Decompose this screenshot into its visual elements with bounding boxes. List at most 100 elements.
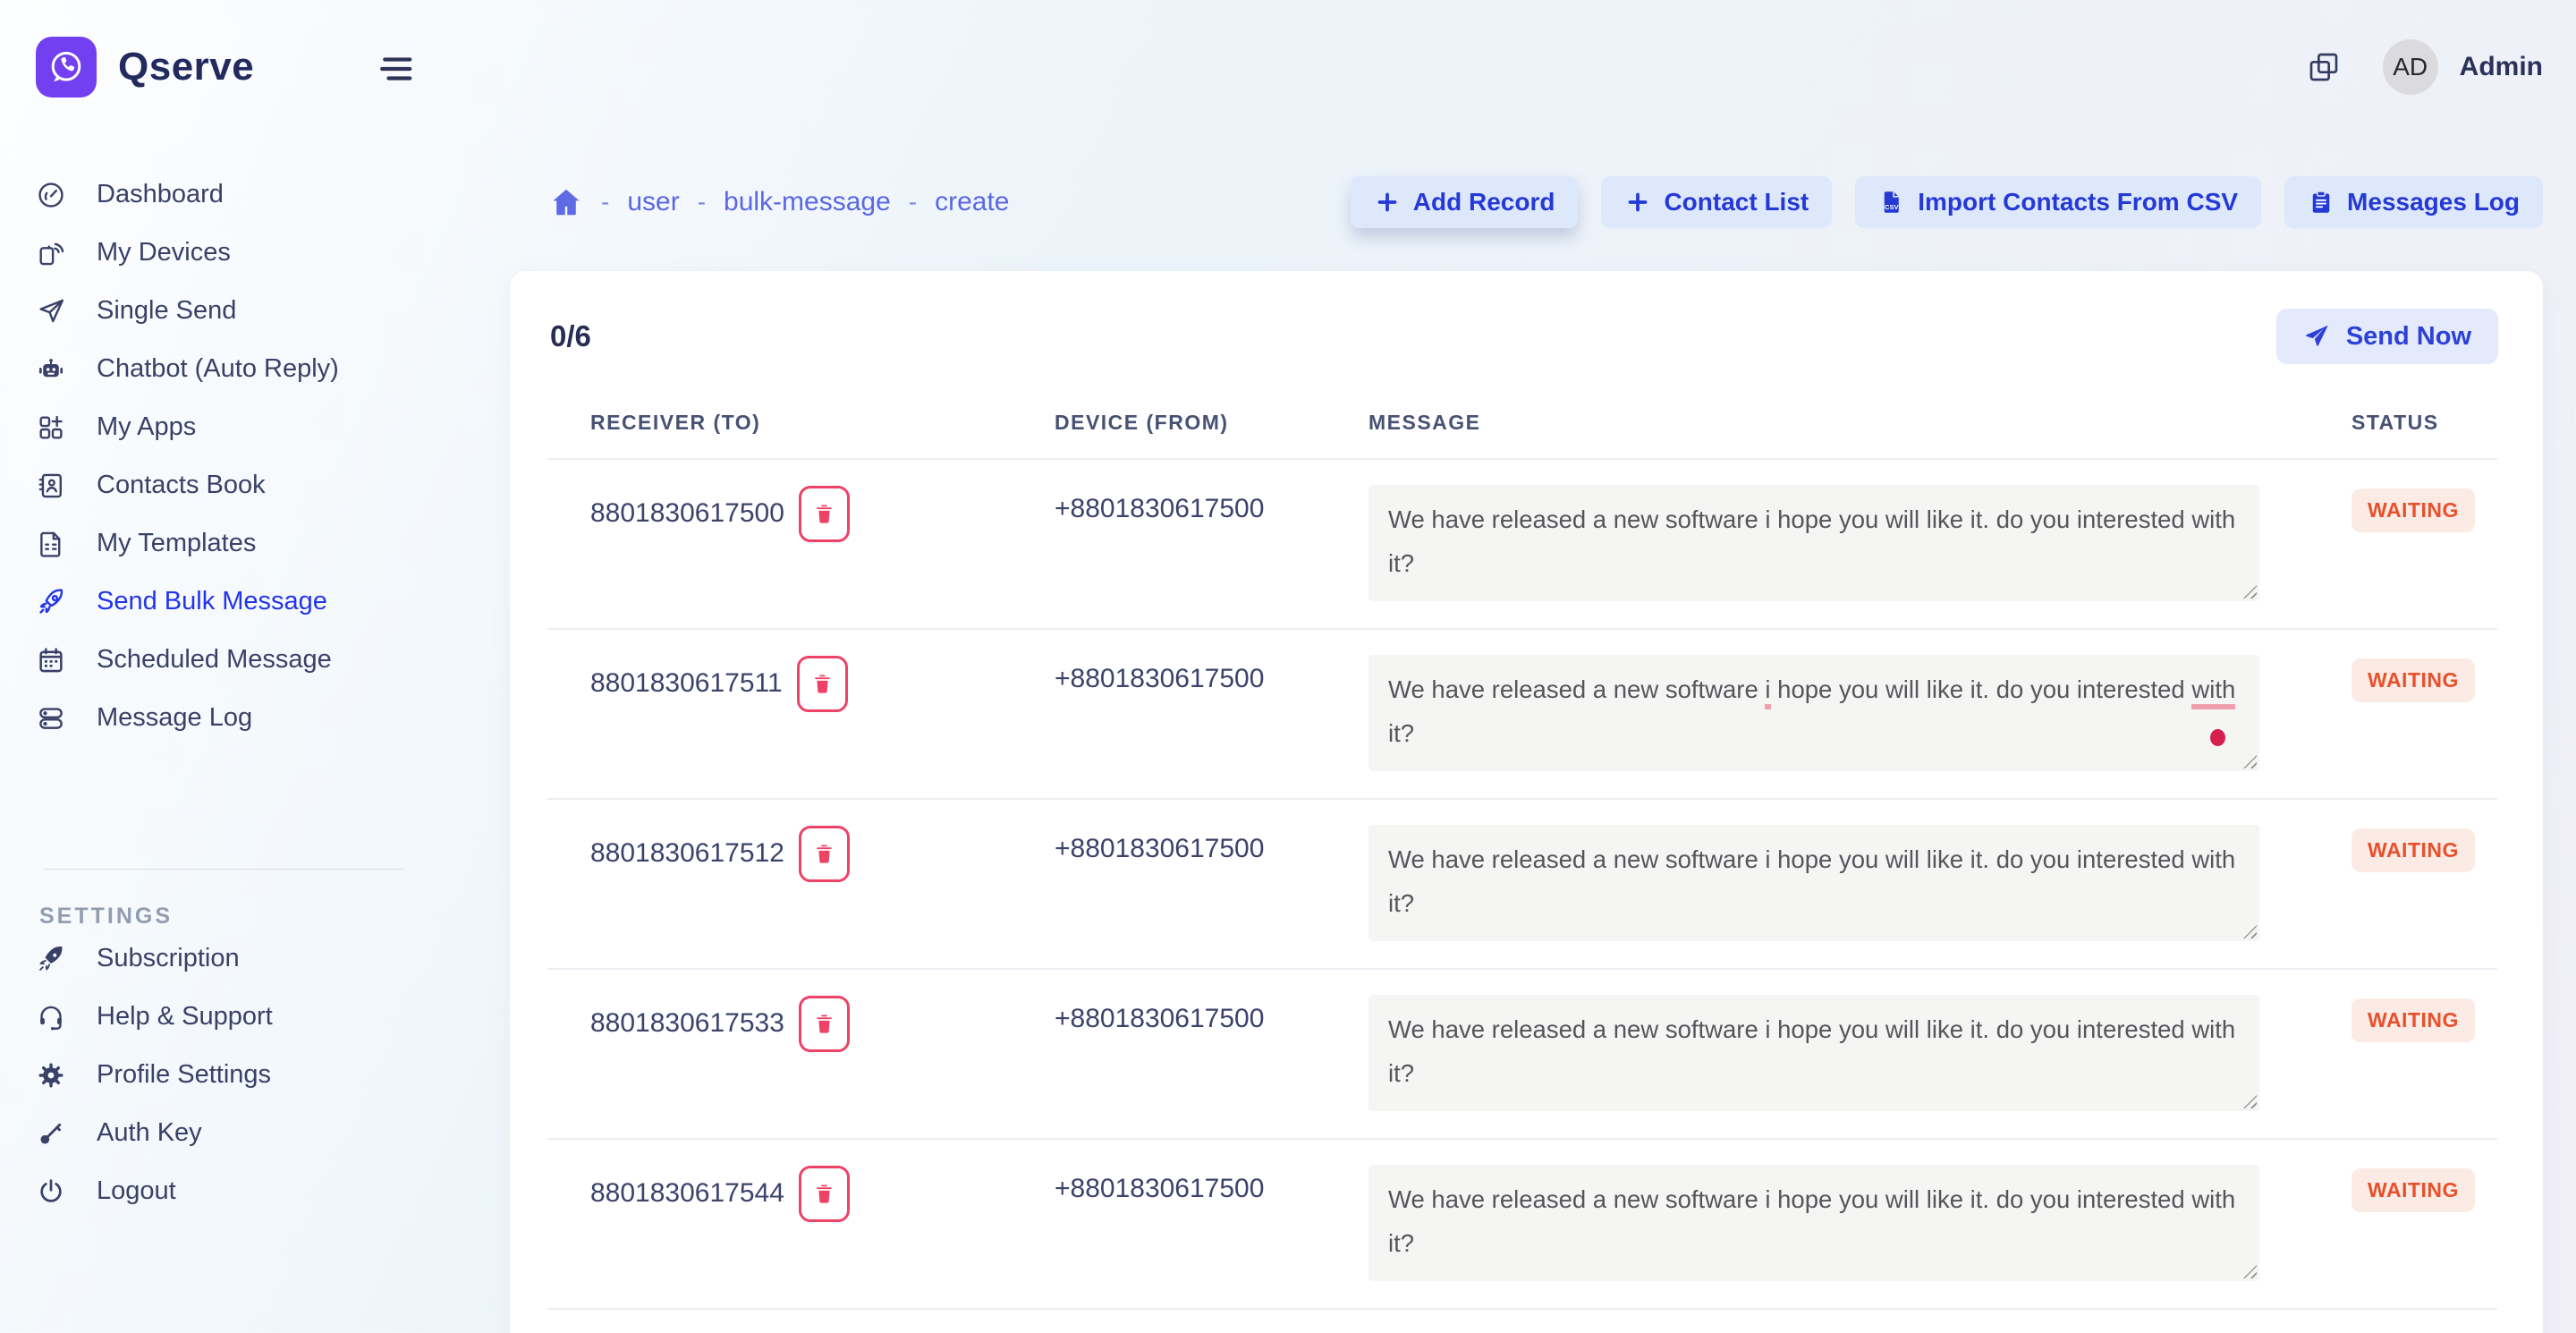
import-contacts-from-csv-button[interactable]: CSVImport Contacts From CSV	[1855, 176, 2261, 228]
breadcrumb-separator: -	[601, 188, 609, 217]
clipboard-icon	[2308, 189, 2334, 216]
device-cell: +8801830617500	[1012, 1165, 1326, 1281]
message-textarea[interactable]: We have released a new software i hope y…	[1368, 655, 2259, 771]
add-record-button[interactable]: Add Record	[1351, 176, 1579, 228]
status-badge: WAITING	[2351, 998, 2475, 1042]
copy-icon[interactable]	[2306, 49, 2342, 85]
rocket-icon	[36, 587, 66, 617]
sidebar-item-send-bulk-message[interactable]: Send Bulk Message	[36, 573, 447, 631]
device-cell: +8801830617500	[1012, 485, 1326, 601]
device-number: +8801830617500	[1055, 664, 1264, 693]
send-progress-counter: 0/6	[550, 319, 591, 353]
sidebar-item-label: My Templates	[97, 529, 256, 558]
headset-icon	[36, 1002, 66, 1032]
delete-row-button[interactable]	[799, 996, 850, 1052]
message-cell: We have released a new software i hope y…	[1326, 825, 2309, 941]
device-cell: +8801830617500	[1012, 995, 1326, 1111]
table-row: 8801830617512 +8801830617500 We have rel…	[547, 800, 2497, 970]
sidebar-item-label: Send Bulk Message	[97, 587, 327, 616]
breadcrumb-separator: -	[698, 188, 706, 217]
devices-icon	[36, 238, 66, 268]
status-cell: WAITING	[2309, 995, 2497, 1111]
single-send-icon	[36, 296, 66, 327]
app: Qserve AD Admin Dashboard My Devices Singl…	[0, 0, 2576, 1333]
delete-row-button[interactable]	[799, 1166, 850, 1222]
contact-list-button[interactable]: Contact List	[1601, 176, 1832, 228]
message-textarea[interactable]: We have released a new software i hope y…	[1368, 1165, 2259, 1281]
table-row: 8801830617533 +8801830617500 We have rel…	[547, 970, 2497, 1140]
message-cell: We have released a new software i hope y…	[1326, 655, 2309, 771]
sidebar-item-auth-key[interactable]: Auth Key	[36, 1104, 447, 1162]
sidebar-item-dashboard[interactable]: Dashboard	[36, 166, 447, 224]
templates-icon	[36, 529, 66, 559]
message-textarea[interactable]: We have released a new software i hope y…	[1368, 825, 2259, 941]
sidebar-item-label: Subscription	[97, 944, 240, 973]
brand-name: Qserve	[118, 45, 254, 89]
send-now-button[interactable]: Send Now	[2276, 309, 2498, 364]
column-header-device-from: DEVICE (FROM)	[1012, 411, 1326, 435]
sidebar-item-single-send[interactable]: Single Send	[36, 282, 447, 340]
receiver-cell: 8801830617544	[547, 1165, 1012, 1222]
device-number: +8801830617500	[1055, 1174, 1264, 1203]
device-cell: +8801830617500	[1012, 655, 1326, 771]
misspelled-word: i	[1765, 675, 1770, 709]
sidebar-item-label: Single Send	[97, 296, 236, 326]
button-label: Messages Log	[2347, 188, 2520, 217]
sidebar-item-message-log[interactable]: Message Log	[36, 689, 447, 747]
textarea-resize-handle[interactable]	[2243, 1265, 2257, 1278]
receiver-number: 8801830617500	[590, 498, 784, 529]
hamburger-menu-icon[interactable]	[374, 48, 415, 86]
table-body: 8801830617500 +8801830617500 We have rel…	[547, 460, 2497, 1310]
sidebar-item-my-apps[interactable]: My Apps	[36, 398, 447, 456]
status-badge: WAITING	[2351, 488, 2475, 532]
send-now-label: Send Now	[2346, 322, 2471, 352]
home-icon[interactable]	[549, 185, 583, 219]
sidebar-item-chatbot-auto-reply[interactable]: Chatbot (Auto Reply)	[36, 340, 447, 398]
sidebar-item-help-support[interactable]: Help & Support	[36, 988, 447, 1046]
sidebar-item-label: Dashboard	[97, 180, 224, 209]
avatar[interactable]: AD	[2383, 39, 2438, 95]
sidebar-item-subscription[interactable]: Subscription	[36, 930, 447, 988]
messages-log-button[interactable]: Messages Log	[2284, 176, 2543, 228]
device-number: +8801830617500	[1055, 1004, 1264, 1033]
message-cell: We have released a new software i hope y…	[1326, 995, 2309, 1111]
breadcrumb-item-user[interactable]: user	[627, 187, 679, 217]
trash-icon	[810, 672, 835, 696]
textarea-resize-handle[interactable]	[2243, 1095, 2257, 1108]
delete-row-button[interactable]	[799, 486, 850, 542]
sidebar-item-label: My Apps	[97, 412, 196, 442]
trash-icon	[812, 1182, 836, 1206]
message-textarea[interactable]: We have released a new software i hope y…	[1368, 485, 2259, 601]
apps-icon	[36, 412, 66, 443]
delete-row-button[interactable]	[799, 826, 850, 882]
sidebar-item-logout[interactable]: Logout	[36, 1162, 447, 1220]
sidebar-item-my-devices[interactable]: My Devices	[36, 224, 447, 282]
receiver-number: 8801830617533	[590, 1008, 784, 1039]
sidebar-item-contacts-book[interactable]: Contacts Book	[36, 456, 447, 514]
qserve-logo-icon	[36, 37, 97, 98]
user-name[interactable]: Admin	[2460, 52, 2543, 82]
trash-icon	[812, 842, 836, 866]
sidebar-item-scheduled-message[interactable]: Scheduled Message	[36, 631, 447, 689]
textarea-resize-handle[interactable]	[2243, 925, 2257, 938]
calendar-icon	[36, 645, 66, 675]
receiver-number: 8801830617512	[590, 838, 784, 869]
receiver-cell: 8801830617500	[547, 485, 1012, 542]
receiver-number: 8801830617544	[590, 1178, 784, 1209]
status-cell: WAITING	[2309, 485, 2497, 601]
textarea-resize-handle[interactable]	[2243, 585, 2257, 599]
sidebar-item-my-templates[interactable]: My Templates	[36, 514, 447, 573]
paper-plane-icon	[2303, 323, 2330, 350]
status-cell: WAITING	[2309, 825, 2497, 941]
main-content: -user-bulk-message-create Add RecordCont…	[447, 134, 2576, 1333]
delete-row-button[interactable]	[797, 656, 848, 712]
column-header-status: STATUS	[2309, 411, 2497, 435]
column-header-receiver-to: RECEIVER (TO)	[547, 411, 1012, 435]
textarea-resize-handle[interactable]	[2243, 755, 2257, 768]
device-cell: +8801830617500	[1012, 825, 1326, 941]
sidebar-item-profile-settings[interactable]: Profile Settings	[36, 1046, 447, 1104]
message-cell: We have released a new software i hope y…	[1326, 485, 2309, 601]
message-textarea[interactable]: We have released a new software i hope y…	[1368, 995, 2259, 1111]
breadcrumb-item-bulk-message[interactable]: bulk-message	[724, 187, 891, 217]
breadcrumb-item-create[interactable]: create	[935, 187, 1009, 217]
